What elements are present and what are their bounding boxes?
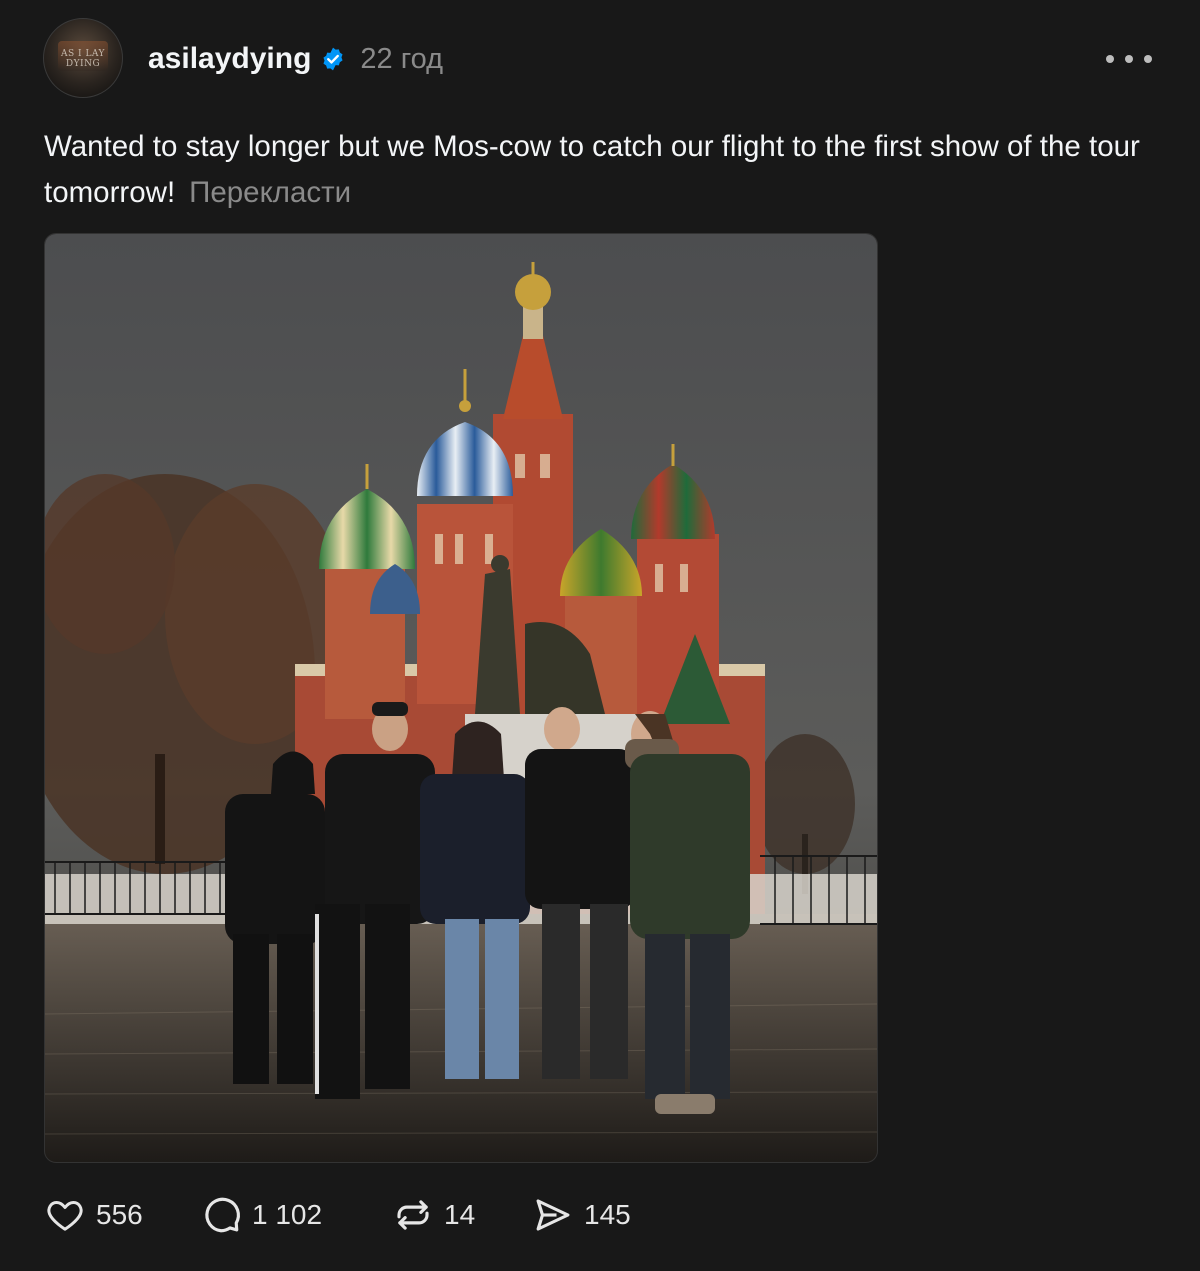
like-button[interactable]: 556 — [44, 1192, 143, 1238]
post-actions: 556 1 102 14 145 — [44, 1192, 744, 1238]
profile-avatar[interactable]: AS I LAY DYING — [43, 18, 123, 98]
like-count: 556 — [96, 1199, 143, 1230]
repost-count: 14 — [444, 1199, 476, 1230]
post-timestamp: 22 год — [360, 42, 444, 75]
translate-link[interactable]: Перекласти — [189, 176, 351, 209]
verified-badge-icon — [320, 46, 346, 72]
share-button[interactable]: 145 — [532, 1192, 631, 1238]
post-header: asilaydying 22 год — [148, 37, 443, 81]
more-options-icon[interactable] — [1106, 48, 1152, 70]
post-caption: Wanted to stay longer but we Mos-cow to … — [44, 124, 1164, 216]
reply-count: 1 102 — [252, 1199, 323, 1230]
heart-icon — [44, 1195, 86, 1235]
share-count: 145 — [584, 1199, 631, 1230]
avatar-logo-text: AS I LAY DYING — [61, 49, 105, 69]
band-members — [225, 702, 750, 1114]
username[interactable]: asilaydying — [148, 42, 311, 76]
repost-button[interactable]: 14 — [392, 1192, 475, 1238]
send-paper-plane-icon — [532, 1194, 574, 1236]
reply-button[interactable]: 1 102 — [200, 1192, 322, 1238]
repost-arrows-icon — [392, 1194, 434, 1236]
thread-post: AS I LAY DYING asilaydying 22 год Wanted… — [0, 0, 1200, 1271]
speech-bubble-icon — [200, 1194, 242, 1236]
post-photo[interactable] — [44, 233, 878, 1163]
